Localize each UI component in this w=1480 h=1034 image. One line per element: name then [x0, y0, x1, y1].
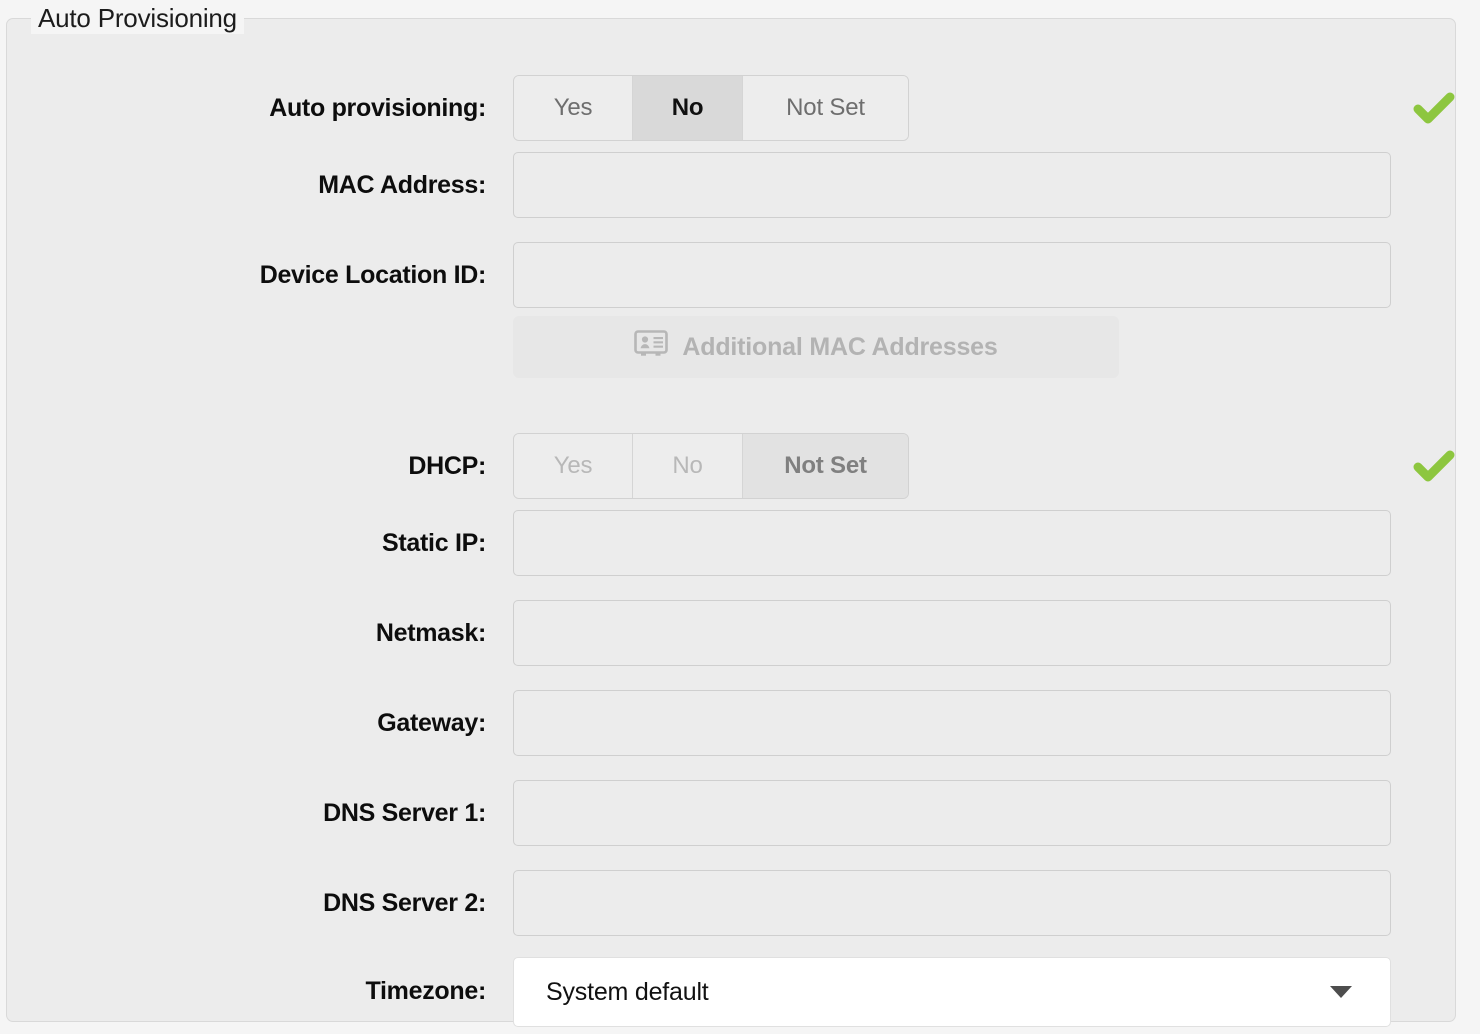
- device-location-id-input[interactable]: [513, 242, 1391, 308]
- static-ip-input[interactable]: [513, 510, 1391, 576]
- gateway-label: Gateway:: [377, 709, 486, 737]
- mac-address-label: MAC Address:: [318, 171, 486, 199]
- dhcp-valid-check-icon: [1411, 443, 1457, 494]
- gateway-input[interactable]: [513, 690, 1391, 756]
- auto-provisioning-option-yes[interactable]: Yes: [514, 76, 633, 140]
- netmask-label: Netmask:: [375, 619, 486, 647]
- auto-provisioning-option-no[interactable]: No: [633, 76, 743, 140]
- auto-provisioning-valid-check-icon: [1411, 85, 1457, 136]
- auto-provisioning-toggle-group[interactable]: Yes No Not Set: [513, 75, 909, 141]
- additional-mac-addresses-label: Additional MAC Addresses: [682, 332, 998, 361]
- dhcp-label: DHCP:: [408, 452, 486, 480]
- fieldset-legend: Auto Provisioning: [31, 2, 244, 34]
- dhcp-toggle-group[interactable]: Yes No Not Set: [513, 433, 909, 499]
- timezone-label: Timezone:: [365, 977, 487, 1005]
- static-ip-label: Static IP:: [382, 529, 486, 557]
- dhcp-option-no[interactable]: No: [633, 434, 743, 498]
- auto-provisioning-fieldset: Auto Provisioning Auto provisioning: Yes…: [6, 2, 1457, 1027]
- dns-server-2-label: DNS Server 2:: [323, 889, 486, 917]
- device-location-id-label: Device Location ID:: [259, 261, 487, 289]
- auto-provisioning-option-not-set[interactable]: Not Set: [743, 76, 908, 140]
- timezone-select[interactable]: System default: [513, 957, 1391, 1027]
- dhcp-option-not-set[interactable]: Not Set: [743, 434, 908, 498]
- mac-address-input[interactable]: [513, 152, 1391, 218]
- dns-server-2-input[interactable]: [513, 870, 1391, 936]
- dns-server-1-label: DNS Server 1:: [323, 799, 486, 827]
- netmask-input[interactable]: [513, 600, 1391, 666]
- vcard-icon: [634, 330, 669, 364]
- auto-provisioning-label: Auto provisioning:: [269, 94, 486, 122]
- chevron-down-icon: [1330, 986, 1352, 998]
- dhcp-option-yes[interactable]: Yes: [514, 434, 633, 498]
- timezone-selected-value: System default: [546, 977, 709, 1006]
- additional-mac-addresses-button[interactable]: Additional MAC Addresses: [513, 316, 1119, 378]
- dns-server-1-input[interactable]: [513, 780, 1391, 846]
